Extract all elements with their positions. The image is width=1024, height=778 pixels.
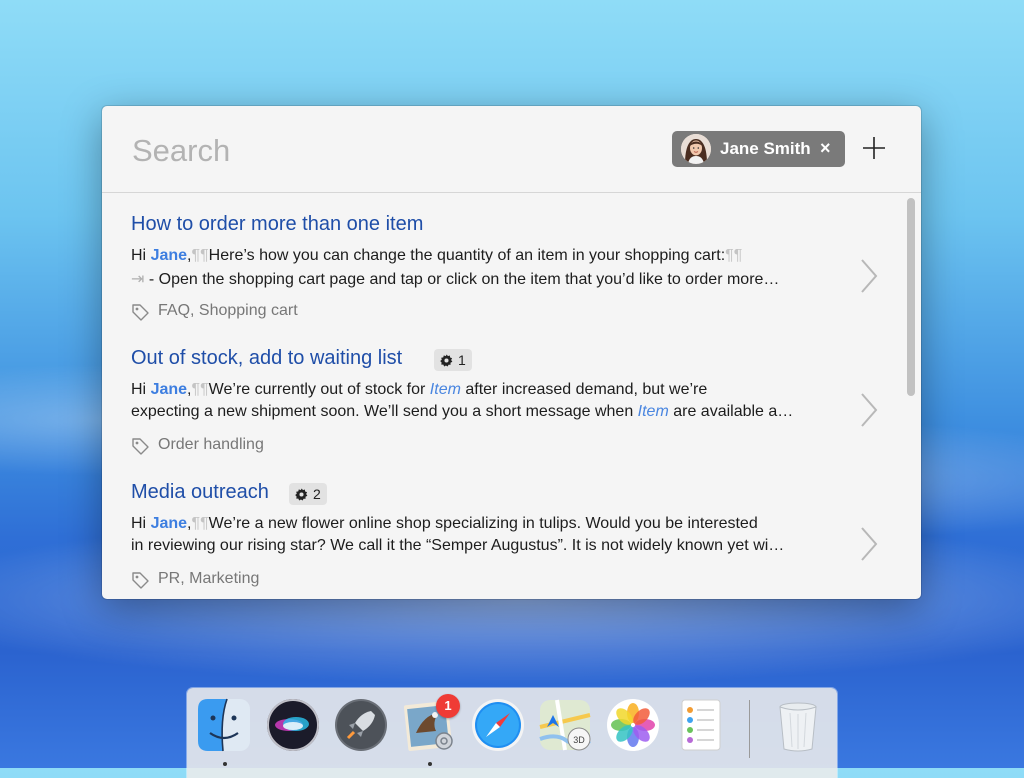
result-title[interactable]: How to order more than one item <box>131 213 423 236</box>
tag-icon <box>132 438 149 455</box>
result-preview-line: ⇥ - Open the shopping cart page and tap … <box>131 271 780 288</box>
trash-icon[interactable] <box>770 697 826 753</box>
svg-text:3D: 3D <box>573 735 585 745</box>
result-preview-line: Hi Jane,¶¶Here’s how you can change the … <box>131 247 743 264</box>
plus-icon <box>863 137 885 159</box>
scrollbar[interactable] <box>907 198 915 396</box>
usage-count-badge: 2 <box>289 483 327 505</box>
running-indicator <box>223 762 227 766</box>
dock: 1 3D <box>187 688 837 778</box>
tag-icon <box>132 304 149 321</box>
result-preview-line: Hi Jane,¶¶We’re a new flower online shop… <box>131 515 758 532</box>
avatar <box>681 134 711 164</box>
maps-icon[interactable]: 3D <box>537 697 593 753</box>
tag-icon <box>132 572 149 589</box>
chevron-right-icon <box>861 393 878 427</box>
snippet-search-panel: Jane Smith × How to order more than one … <box>102 106 921 599</box>
result-title[interactable]: Out of stock, add to waiting list <box>131 347 402 370</box>
gear-icon <box>440 353 453 367</box>
chevron-right-icon <box>861 527 878 561</box>
result-title[interactable]: Media outreach <box>131 481 269 504</box>
list-item[interactable]: How to order more than one item Hi Jane,… <box>102 213 892 347</box>
dock-divider <box>749 700 750 758</box>
search-header: Jane Smith × <box>102 106 921 193</box>
remove-user-filter-icon[interactable]: × <box>820 138 831 159</box>
user-chip-name: Jane Smith <box>720 139 811 158</box>
finder-icon[interactable] <box>196 697 252 753</box>
result-preview-line: Hi Jane,¶¶We’re currently out of stock f… <box>131 381 708 398</box>
search-input[interactable] <box>130 128 634 174</box>
reminders-icon[interactable] <box>673 697 729 753</box>
results-list: How to order more than one item Hi Jane,… <box>102 193 921 599</box>
launchpad-icon[interactable] <box>333 697 389 753</box>
result-preview-line: expecting a new shipment soon. We’ll sen… <box>131 403 794 420</box>
unread-count-badge: 1 <box>436 694 460 718</box>
list-item[interactable]: Media outreach 2 Hi Jane,¶¶We’re a new f… <box>102 481 892 599</box>
safari-icon[interactable] <box>470 697 526 753</box>
chevron-right-icon <box>861 259 878 293</box>
usage-count-badge: 1 <box>434 349 472 371</box>
list-item[interactable]: Out of stock, add to waiting list 1 Hi J… <box>102 347 892 481</box>
running-indicator <box>428 762 432 766</box>
gear-icon <box>295 487 308 501</box>
user-filter-chip[interactable]: Jane Smith × <box>672 131 845 167</box>
add-snippet-button[interactable] <box>861 134 887 162</box>
siri-icon[interactable] <box>265 697 321 753</box>
photos-icon[interactable] <box>605 697 661 753</box>
result-preview-line: in reviewing our rising star? We call it… <box>131 537 785 554</box>
